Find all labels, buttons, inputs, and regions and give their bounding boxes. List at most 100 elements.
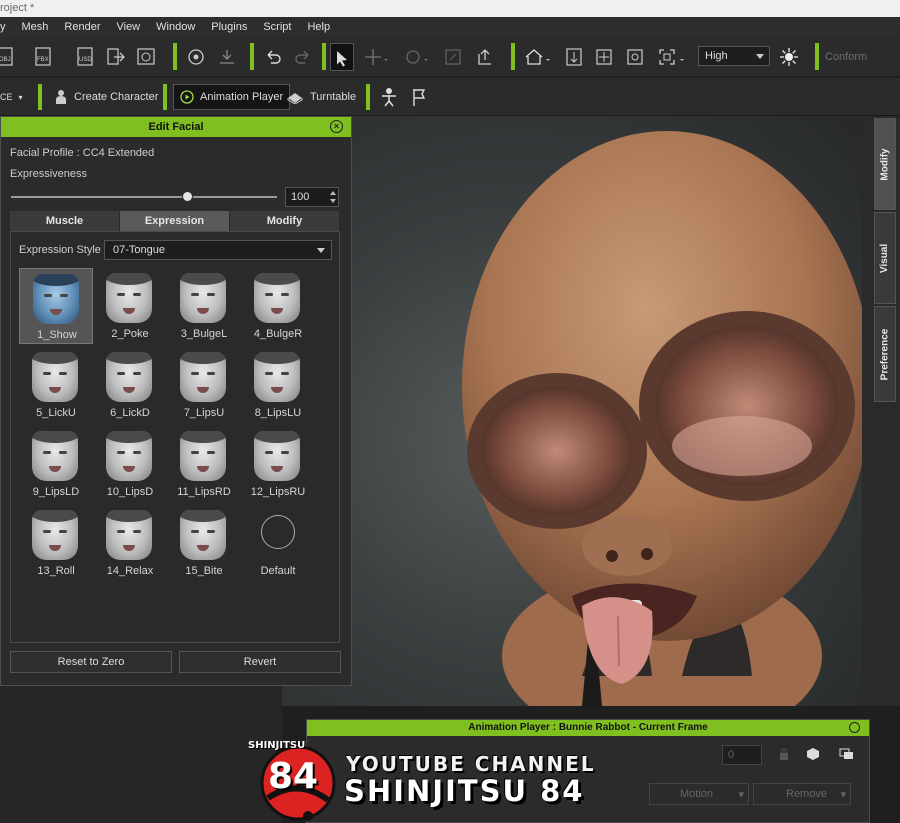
face-preview-image: [106, 352, 152, 402]
conform-button[interactable]: Conform: [825, 44, 900, 70]
export-arrow-icon[interactable]: [105, 44, 127, 70]
menu-item-view[interactable]: View: [108, 17, 148, 37]
animation-player-title: Animation Player : Bunnie Rabbot - Curre…: [468, 722, 708, 733]
revert-button[interactable]: Revert: [179, 651, 341, 673]
remove-dropdown[interactable]: Remove ▾: [753, 783, 851, 805]
expression-thumbnail[interactable]: 12_LipsRU: [241, 426, 315, 502]
move-tool-icon[interactable]: [362, 44, 392, 70]
undo-icon[interactable]: [262, 44, 284, 70]
expression-label: 3_BulgeL: [180, 328, 228, 340]
expression-thumbnail[interactable]: 15_Bite: [167, 505, 241, 581]
obj-export-icon[interactable]: OBJ: [0, 44, 16, 70]
side-tab-preference[interactable]: Preference: [874, 306, 896, 402]
frame-spinbox[interactable]: 0: [722, 745, 762, 765]
expressiveness-slider-handle[interactable]: [181, 191, 193, 202]
expressiveness-slider[interactable]: [11, 196, 277, 198]
select-tool-icon[interactable]: [330, 43, 354, 71]
toolbar-separator: [38, 84, 42, 110]
fbx-export-icon[interactable]: FBX: [33, 44, 55, 70]
side-tab-label: Visual: [879, 243, 891, 273]
expression-thumbnail[interactable]: 13_Roll: [19, 505, 93, 581]
expression-label: 14_Relax: [106, 565, 154, 577]
zoom-fit-icon[interactable]: [656, 44, 688, 70]
left-dropdown[interactable]: CE ▾: [0, 85, 29, 109]
side-tab-visual[interactable]: Visual: [874, 212, 896, 304]
lock-icon[interactable]: [777, 747, 791, 764]
side-tab-modify[interactable]: Modify: [874, 118, 896, 210]
flag-icon[interactable]: [408, 84, 430, 110]
window-toggle-icon[interactable]: [839, 747, 855, 764]
turntable-button[interactable]: Turntable: [280, 85, 362, 109]
toolbar-separator: [163, 84, 167, 110]
render-icon[interactable]: [135, 44, 157, 70]
ground-icon[interactable]: [216, 44, 238, 70]
animation-player-button[interactable]: Animation Player: [173, 84, 291, 110]
menu-item-plugins[interactable]: Plugins: [203, 17, 255, 37]
close-icon[interactable]: [849, 722, 860, 733]
motion-cube-icon[interactable]: [805, 747, 821, 764]
scale-tool-icon[interactable]: [442, 44, 464, 70]
expression-thumbnail[interactable]: 11_LipsRD: [167, 426, 241, 502]
fit-icon[interactable]: [593, 44, 615, 70]
animation-player-header: Animation Player : Bunnie Rabbot - Curre…: [307, 720, 869, 736]
expression-thumbnail[interactable]: 9_LipsLD: [19, 426, 93, 502]
reset-to-zero-button[interactable]: Reset to Zero: [10, 651, 172, 673]
spin-up-icon[interactable]: [330, 191, 336, 195]
menu-bar: y Mesh Render View Window Plugins Script…: [0, 17, 900, 37]
expression-label: 10_LipsD: [106, 486, 154, 498]
quality-select[interactable]: High: [698, 46, 770, 66]
expression-thumbnail[interactable]: 7_LipsU: [167, 347, 241, 423]
align-tool-icon[interactable]: [474, 44, 496, 70]
chevron-down-icon: ▾: [840, 789, 846, 801]
menu-item-window[interactable]: Window: [148, 17, 203, 37]
menu-item-edit[interactable]: y: [0, 17, 14, 37]
menu-item-script[interactable]: Script: [255, 17, 299, 37]
3d-viewport[interactable]: [282, 116, 862, 706]
quality-value: High: [705, 50, 728, 62]
height-icon[interactable]: [563, 44, 585, 70]
expression-thumbnail[interactable]: 2_Poke: [93, 268, 167, 344]
toolbar-separator: [173, 43, 177, 70]
redo-icon[interactable]: [292, 44, 314, 70]
expression-thumbnail[interactable]: 14_Relax: [93, 505, 167, 581]
expression-label: 4_BulgeR: [253, 328, 303, 340]
tab-expression[interactable]: Expression: [120, 211, 230, 231]
create-character-button[interactable]: Create Character: [48, 85, 164, 109]
expression-thumbnail[interactable]: 5_LickU: [19, 347, 93, 423]
motion-dropdown[interactable]: Motion ▾: [649, 783, 749, 805]
right-side-tabs: Modify Visual Preference: [862, 116, 900, 706]
expressiveness-spinbox[interactable]: 100: [285, 187, 339, 207]
menu-item-help[interactable]: Help: [299, 17, 338, 37]
expression-thumbnail[interactable]: 4_BulgeR: [241, 268, 315, 344]
expression-label: 11_LipsRD: [177, 486, 231, 498]
home-icon[interactable]: [522, 44, 554, 70]
face-preview-image: [180, 273, 226, 323]
expression-thumbnail[interactable]: 3_BulgeL: [167, 268, 241, 344]
toolbar-separator: [250, 43, 254, 70]
face-preview-image: [180, 431, 226, 481]
pose-icon[interactable]: [378, 84, 400, 110]
camera-orbit-icon[interactable]: [184, 44, 208, 70]
expression-thumbnail-default[interactable]: Default: [241, 505, 315, 581]
tab-muscle[interactable]: Muscle: [10, 211, 120, 231]
menu-item-render[interactable]: Render: [56, 17, 108, 37]
expression-label: 6_LickD: [110, 407, 150, 419]
rotate-tool-icon[interactable]: [402, 44, 432, 70]
expression-thumbnail[interactable]: 1_Show: [19, 268, 93, 344]
expression-label: 13_Roll: [37, 565, 75, 577]
expression-label: Default: [260, 565, 296, 577]
usd-export-icon[interactable]: USD: [75, 44, 97, 70]
expression-thumbnail[interactable]: 6_LickD: [93, 347, 167, 423]
channel-watermark: SHINJITSU 84 YOUTUBE CHANNEL SHINJITSU 8…: [248, 738, 648, 823]
remove-label: Remove: [786, 788, 827, 800]
motion-label: Motion: [680, 788, 714, 800]
sun-icon[interactable]: [778, 44, 800, 70]
expression-thumbnail[interactable]: 10_LipsD: [93, 426, 167, 502]
spin-down-icon[interactable]: [330, 199, 336, 203]
expression-thumbnail[interactable]: 8_LipsLU: [241, 347, 315, 423]
frame-icon[interactable]: [624, 44, 646, 70]
close-icon[interactable]: ×: [330, 120, 343, 133]
tab-modify[interactable]: Modify: [230, 211, 340, 231]
menu-item-mesh[interactable]: Mesh: [14, 17, 57, 37]
expression-style-select[interactable]: 07-Tongue: [104, 240, 332, 260]
